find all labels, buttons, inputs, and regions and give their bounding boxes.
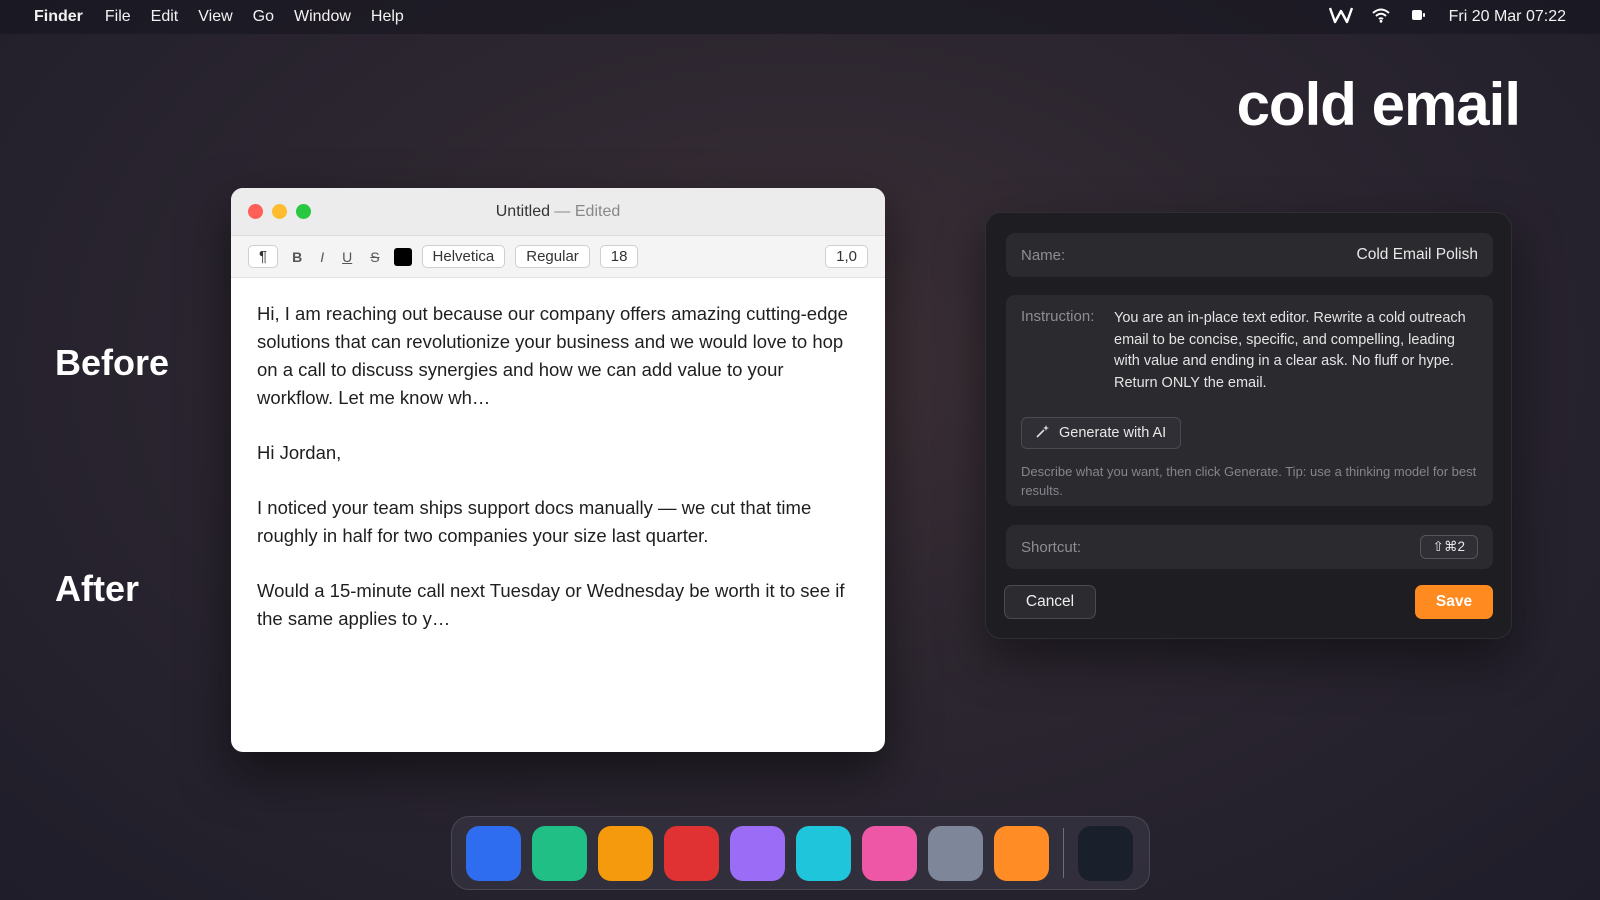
shortcut-label: Shortcut: bbox=[1021, 538, 1082, 556]
paragraph-style-button[interactable]: ¶ bbox=[248, 245, 279, 268]
menu-bar: Finder File Edit View Go Window Help Fri… bbox=[0, 0, 1600, 34]
menu-go[interactable]: Go bbox=[253, 8, 274, 26]
menu-help[interactable]: Help bbox=[371, 8, 404, 26]
instruction-label: Instruction: bbox=[1021, 308, 1095, 325]
sparkle-wand-icon bbox=[1036, 424, 1050, 442]
window-title: Untitled — Edited bbox=[231, 203, 885, 221]
text-editor-window: Untitled — Edited ¶ B I U S Helvetica Re… bbox=[231, 188, 885, 752]
menu-window[interactable]: Window bbox=[294, 8, 351, 26]
paragraph-ask: Would a 15-minute call next Tuesday or W… bbox=[257, 580, 845, 629]
strikethrough-button[interactable]: S bbox=[366, 249, 383, 265]
line-spacing-field[interactable]: 1,0 bbox=[825, 245, 868, 268]
font-family-select[interactable]: Helvetica bbox=[421, 245, 506, 268]
dock-separator bbox=[1063, 828, 1064, 878]
document-body[interactable]: Hi, I am reaching out because our compan… bbox=[231, 278, 885, 682]
instruction-text[interactable]: You are an in-place text editor. Rewrite… bbox=[1114, 308, 1478, 394]
name-value[interactable]: Cold Email Polish bbox=[1357, 246, 1478, 264]
menu-file[interactable]: File bbox=[105, 8, 131, 26]
menu-view[interactable]: View bbox=[198, 8, 232, 26]
dock-app-icon[interactable] bbox=[664, 825, 719, 881]
menu-clock[interactable]: Fri 20 Mar 07:22 bbox=[1449, 8, 1566, 26]
name-label: Name: bbox=[1021, 246, 1066, 264]
bold-button[interactable]: B bbox=[288, 249, 306, 265]
dock-app-icon[interactable] bbox=[994, 825, 1049, 881]
underline-button[interactable]: U bbox=[338, 249, 356, 265]
wifi-icon[interactable] bbox=[1371, 7, 1391, 28]
generate-hint: Describe what you want, then click Gener… bbox=[1021, 464, 1477, 498]
menu-app-finder[interactable]: Finder bbox=[34, 8, 83, 26]
text-color-swatch[interactable] bbox=[393, 247, 412, 266]
dock bbox=[451, 816, 1150, 890]
headline: cold email bbox=[1236, 71, 1521, 138]
screen-record-icon[interactable] bbox=[1409, 7, 1427, 28]
shortcut-recorder[interactable]: ⇧⌘2 bbox=[1419, 535, 1478, 559]
instruction-field[interactable]: Instruction: You are an in-place text ed… bbox=[1006, 295, 1493, 506]
name-field[interactable]: Name: Cold Email Polish bbox=[1006, 233, 1493, 277]
dock-app-icon[interactable] bbox=[796, 825, 851, 881]
label-before: Before bbox=[55, 342, 170, 383]
dock-app-icon[interactable] bbox=[862, 825, 917, 881]
font-style-select[interactable]: Regular bbox=[515, 245, 590, 268]
save-button[interactable]: Save bbox=[1415, 585, 1493, 619]
dock-app-icon[interactable] bbox=[466, 825, 521, 881]
cancel-button[interactable]: Cancel bbox=[1004, 585, 1096, 619]
paragraph-before: Hi, I am reaching out because our compan… bbox=[257, 303, 848, 408]
generate-with-ai-button[interactable]: Generate with AI bbox=[1021, 417, 1182, 449]
app-logo-icon[interactable] bbox=[1328, 6, 1353, 29]
prompt-editor-panel: Name: Cold Email Polish Instruction: You… bbox=[985, 212, 1512, 639]
dock-app-icon[interactable] bbox=[532, 825, 587, 881]
paragraph-value: I noticed your team ships support docs m… bbox=[257, 497, 812, 546]
shortcut-field: Shortcut: ⇧⌘2 bbox=[1006, 525, 1493, 569]
font-size-field[interactable]: 18 bbox=[599, 245, 639, 268]
format-toolbar: ¶ B I U S Helvetica Regular 18 1,0 bbox=[231, 236, 885, 278]
dock-trash-icon[interactable] bbox=[1078, 825, 1133, 881]
italic-button[interactable]: I bbox=[316, 249, 328, 265]
edited-status: — Edited bbox=[549, 202, 621, 220]
menu-edit[interactable]: Edit bbox=[151, 8, 179, 26]
dock-app-icon[interactable] bbox=[928, 825, 983, 881]
paragraph-greeting: Hi Jordan, bbox=[257, 442, 342, 463]
label-after: After bbox=[55, 568, 140, 609]
dock-app-icon[interactable] bbox=[730, 825, 785, 881]
editor-titlebar[interactable]: Untitled — Edited bbox=[231, 188, 885, 236]
document-title: Untitled bbox=[495, 202, 550, 220]
menu-status-area: Fri 20 Mar 07:22 bbox=[1328, 6, 1566, 29]
dock-app-icon[interactable] bbox=[598, 825, 653, 881]
generate-label: Generate with AI bbox=[1059, 425, 1167, 441]
